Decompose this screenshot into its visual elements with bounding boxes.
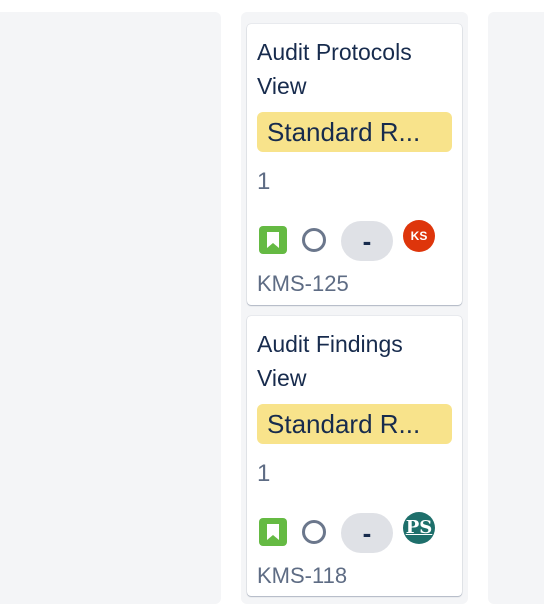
issue-card[interactable]: Audit Findings View Standard R... 1 - PS… — [247, 316, 462, 596]
bookmark-icon — [267, 232, 279, 248]
board-column: Audit Protocols View Standard R... 1 - K… — [241, 12, 468, 604]
issue-key[interactable]: KMS-125 — [257, 269, 349, 299]
assignee-avatar[interactable]: KS — [403, 220, 435, 252]
story-type-icon — [259, 518, 287, 546]
issue-card[interactable]: Audit Protocols View Standard R... 1 - K… — [247, 24, 462, 305]
card-title[interactable]: Audit Findings View — [257, 327, 447, 395]
board-column-left — [0, 12, 221, 604]
story-points: 1 — [257, 460, 271, 487]
story-points: 1 — [257, 168, 271, 195]
card-title[interactable]: Audit Protocols View — [257, 35, 447, 103]
priority-badge[interactable]: - — [341, 221, 393, 261]
priority-badge[interactable]: - — [341, 513, 393, 553]
bookmark-icon — [267, 524, 279, 540]
epic-label[interactable]: Standard R... — [257, 112, 452, 152]
epic-label[interactable]: Standard R... — [257, 404, 452, 444]
board-column-right — [488, 12, 544, 604]
status-circle-icon — [302, 520, 326, 544]
assignee-avatar[interactable]: PS — [403, 512, 435, 544]
status-circle-icon — [302, 228, 326, 252]
story-type-icon — [259, 226, 287, 254]
issue-key[interactable]: KMS-118 — [257, 561, 347, 591]
